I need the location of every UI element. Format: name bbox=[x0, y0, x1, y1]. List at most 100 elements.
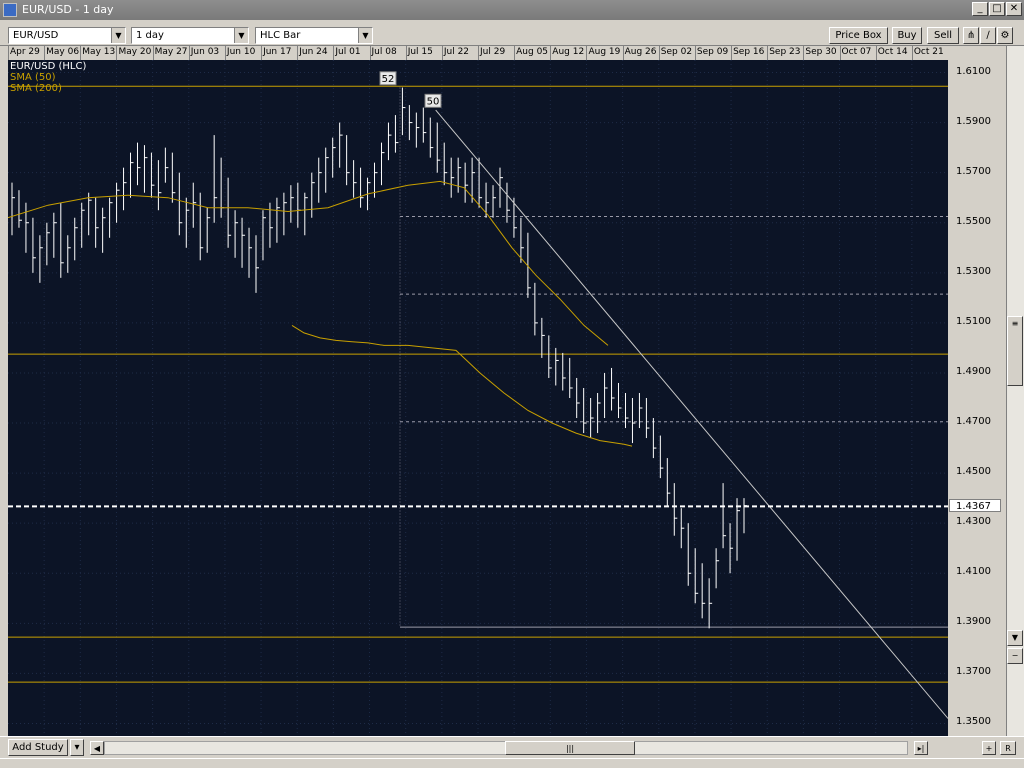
maximize-button[interactable]: □ bbox=[989, 2, 1005, 16]
close-button[interactable]: ✕ bbox=[1006, 2, 1022, 16]
date-separator bbox=[694, 46, 696, 60]
period-select[interactable]: 1 day ▼ bbox=[131, 27, 249, 44]
date-label: Oct 07 bbox=[841, 47, 872, 57]
date-separator bbox=[550, 46, 552, 60]
date-separator bbox=[478, 46, 479, 60]
date-separator bbox=[875, 46, 877, 60]
date-label: Jul 08 bbox=[371, 47, 397, 57]
minimize-button[interactable]: _ bbox=[972, 2, 988, 16]
date-separator bbox=[369, 46, 371, 60]
price-tick-label: 1.5500 bbox=[956, 215, 991, 227]
date-separator bbox=[514, 46, 516, 60]
date-separator bbox=[731, 46, 733, 60]
bottom-strip bbox=[0, 758, 1024, 768]
date-label: Jun 03 bbox=[190, 47, 220, 57]
date-separator bbox=[44, 46, 46, 60]
symbol-value: EUR/USD bbox=[13, 30, 59, 41]
chart-type-value: HLC Bar bbox=[260, 30, 301, 41]
price-chart[interactable]: 52 50 bbox=[7, 60, 949, 736]
price-tick-label: 1.4900 bbox=[956, 365, 991, 377]
price-tick-label: 1.6100 bbox=[956, 65, 991, 77]
buy-button[interactable]: Buy bbox=[892, 27, 922, 44]
marker-label: 50 bbox=[427, 96, 440, 107]
chart-type-select[interactable]: HLC Bar ▼ bbox=[255, 27, 373, 44]
settings-icon[interactable]: ⚙ bbox=[997, 27, 1013, 44]
date-separator bbox=[261, 46, 263, 60]
marker-label: 52 bbox=[382, 74, 395, 85]
date-label: Oct 21 bbox=[913, 47, 944, 57]
draw-line-icon[interactable]: ∕ bbox=[980, 27, 996, 44]
sell-button[interactable]: Sell bbox=[927, 27, 959, 44]
date-separator bbox=[839, 46, 841, 60]
horizontal-scroll-thumb[interactable]: ||| bbox=[505, 741, 635, 755]
vertical-scrollbar[interactable]: ≡ ▼ − bbox=[1006, 46, 1024, 736]
date-label: Aug 19 bbox=[588, 47, 621, 57]
date-label: Jul 29 bbox=[480, 47, 506, 57]
chevron-down-icon: ▼ bbox=[111, 28, 125, 43]
date-label: Jun 10 bbox=[226, 47, 256, 57]
date-label: Jun 24 bbox=[299, 47, 328, 57]
date-label: May 06 bbox=[46, 47, 80, 57]
date-label: Aug 05 bbox=[516, 47, 549, 57]
drawing-tools-icon[interactable]: ⋔ bbox=[963, 27, 979, 44]
chart-plot[interactable]: 52 50 EUR/USD (HLC) SMA (50) SMA (200) bbox=[7, 60, 949, 736]
zoom-out-button[interactable]: − bbox=[1007, 648, 1023, 664]
horizontal-scrollbar[interactable]: ||| bbox=[104, 741, 908, 755]
symbol-select[interactable]: EUR/USD ▼ bbox=[8, 27, 126, 44]
date-separator bbox=[767, 46, 769, 60]
date-separator bbox=[152, 46, 154, 60]
add-study-button[interactable]: Add Study bbox=[8, 739, 68, 756]
scroll-left-button[interactable]: ◀ bbox=[90, 741, 104, 755]
date-label: Oct 14 bbox=[877, 47, 908, 57]
price-box-button[interactable]: Price Box bbox=[829, 27, 888, 44]
price-tick-label: 1.5900 bbox=[956, 115, 991, 127]
date-separator bbox=[224, 46, 226, 60]
scroll-end-button[interactable]: ▸| bbox=[914, 741, 928, 755]
reset-label: R bbox=[1005, 744, 1011, 753]
date-label: Sep 02 bbox=[660, 47, 693, 57]
title-bar: EUR/USD - 1 day _ □ ✕ bbox=[0, 0, 1024, 20]
date-separator bbox=[116, 46, 118, 60]
price-tick-label: 1.4700 bbox=[956, 416, 991, 428]
legend-instrument: EUR/USD (HLC) bbox=[10, 61, 87, 72]
date-axis: Apr 29 May 06 May 13 May 20 May 27 Jun 03 Jun … bbox=[8, 46, 948, 60]
chevron-down-icon: ▼ bbox=[234, 28, 248, 43]
date-separator bbox=[188, 46, 190, 60]
date-label: Jul 01 bbox=[335, 47, 361, 57]
price-tick-label: 1.3900 bbox=[956, 616, 991, 628]
price-tick-label: 1.4500 bbox=[956, 466, 991, 478]
add-study-dropdown[interactable]: ▾ bbox=[70, 739, 84, 756]
add-study-label: Add Study bbox=[12, 742, 64, 753]
zoom-in-button[interactable]: + bbox=[982, 741, 996, 755]
sma200-line bbox=[7, 180, 609, 346]
price-tick-label: 1.4300 bbox=[956, 516, 991, 528]
date-label: Sep 30 bbox=[805, 47, 837, 57]
price-axis: 1.6100 1.5900 1.5700 1.5500 1.5300 1.5100 1.49… bbox=[948, 60, 1006, 736]
date-label: Jun 17 bbox=[263, 47, 292, 57]
date-separator bbox=[911, 46, 913, 60]
date-label: Aug 12 bbox=[552, 47, 585, 57]
price-tick-label: 1.3500 bbox=[956, 716, 991, 728]
date-separator bbox=[622, 46, 624, 60]
date-label: Apr 29 bbox=[10, 47, 40, 57]
legend-sma50: SMA (50) bbox=[10, 72, 56, 83]
scroll-thumb[interactable]: ≡ bbox=[1007, 316, 1023, 386]
current-price-label: 1.4367 bbox=[949, 499, 1001, 513]
window-title: EUR/USD - 1 day bbox=[22, 3, 114, 16]
date-label: Aug 26 bbox=[624, 47, 657, 57]
chevron-down-icon: ▼ bbox=[358, 28, 372, 43]
date-label: Jul 15 bbox=[407, 47, 433, 57]
price-tick-label: 1.5300 bbox=[956, 265, 991, 277]
date-label: Sep 16 bbox=[733, 47, 765, 57]
legend-sma200: SMA (200) bbox=[10, 83, 62, 94]
price-tick-label: 1.3700 bbox=[956, 666, 991, 678]
price-tick-label: 1.4100 bbox=[956, 566, 991, 578]
sma50-line bbox=[291, 324, 633, 447]
price-tick-label: 1.5700 bbox=[956, 165, 991, 177]
date-separator bbox=[803, 46, 805, 60]
reset-button[interactable]: R bbox=[1000, 741, 1016, 755]
date-label: Jul 22 bbox=[443, 47, 470, 57]
scroll-down-button[interactable]: ▼ bbox=[1007, 630, 1023, 646]
date-label: May 20 bbox=[118, 47, 152, 57]
date-separator bbox=[441, 46, 443, 60]
